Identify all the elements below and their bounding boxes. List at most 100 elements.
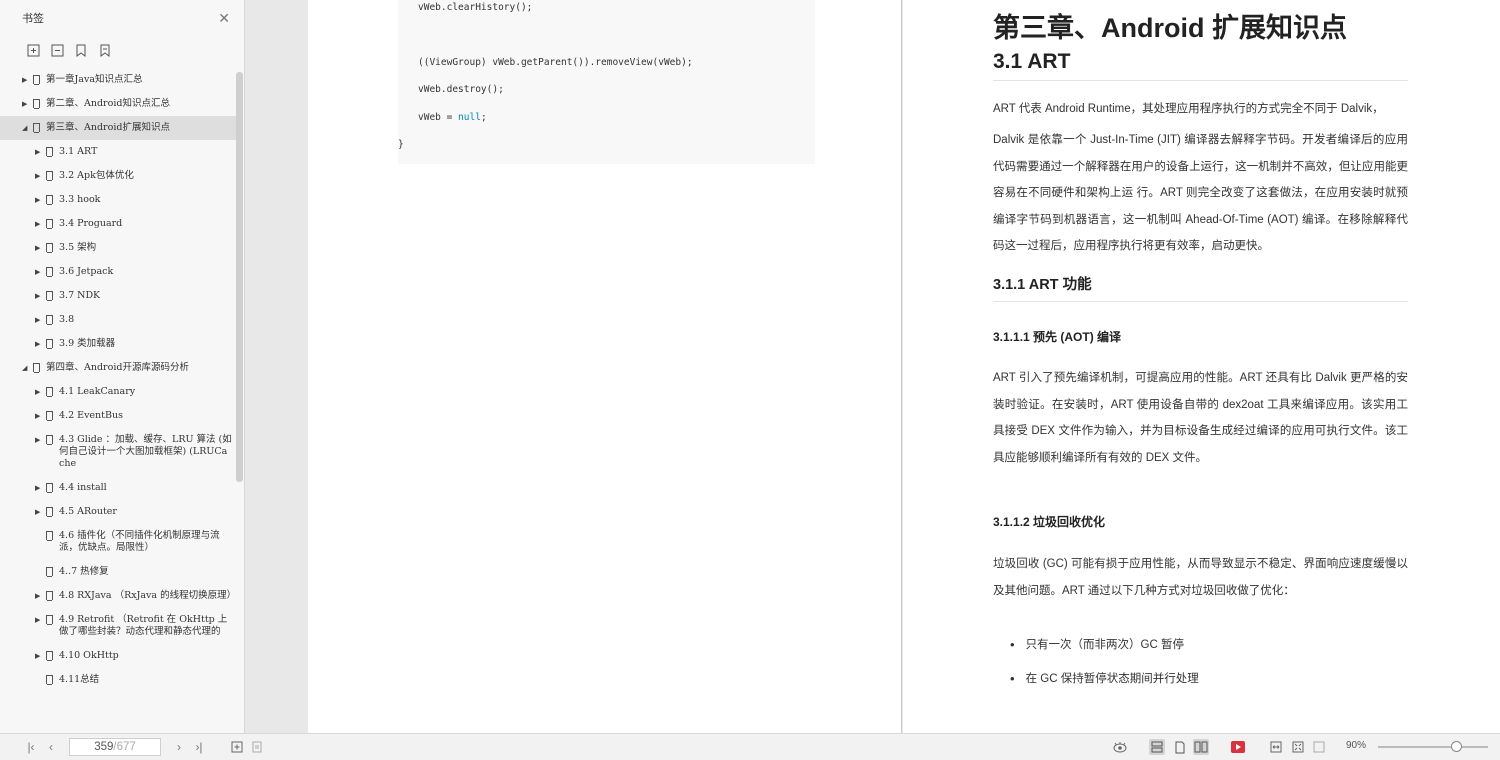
fit-page-icon[interactable]	[1290, 739, 1306, 755]
bookmark-item[interactable]: ▶ 3.9 类加载器	[0, 332, 236, 356]
collapse-all-icon[interactable]	[50, 43, 64, 57]
collapse-arrow-icon[interactable]: ◢	[22, 122, 31, 134]
paragraph: ART 引入了预先编译机制，可提高应用的性能。ART 还具有比 Dalvik 更…	[993, 372, 1408, 464]
bookmark-item[interactable]: ▶ 3.8	[0, 308, 236, 332]
bookmark-label: 4.5 ARouter	[59, 506, 117, 517]
zoom-level[interactable]: 90%	[1346, 740, 1366, 751]
bookmark-label: 4.9 Retrofit （Retrofit 在 OkHttp 上做了哪些封装？…	[59, 614, 228, 637]
expand-arrow-icon[interactable]: ▶	[35, 590, 44, 602]
single-page-view-icon[interactable]	[1149, 739, 1165, 755]
bookmark-icon	[46, 147, 53, 157]
bookmark-label: 4.6 插件化（不同插件化机制原理与流派，优缺点。局限性）	[59, 530, 220, 553]
zoom-slider-handle[interactable]	[1451, 741, 1462, 752]
expand-arrow-icon[interactable]: ▶	[35, 410, 44, 422]
bookmark-label: 4.10 OkHttp	[59, 650, 119, 661]
expand-arrow-icon[interactable]: ▶	[35, 218, 44, 230]
bookmark-icon[interactable]	[98, 43, 112, 57]
code-semicolon: ;	[480, 112, 487, 123]
expand-arrow-icon[interactable]: ▶	[35, 650, 44, 662]
previous-page-icon[interactable]: ‹	[44, 739, 58, 755]
bookmark-icon	[46, 651, 53, 661]
first-page-icon[interactable]: |‹	[24, 739, 38, 755]
bookmark-label: 3.4 Proguard	[59, 218, 123, 229]
insert-page-icon[interactable]	[229, 739, 245, 755]
bookmark-label: 第一章Java知识点汇总	[46, 74, 143, 85]
add-bookmark-icon[interactable]	[74, 43, 88, 57]
play-icon[interactable]	[1230, 739, 1246, 755]
code-null-keyword: null	[458, 112, 481, 123]
two-page-view-icon[interactable]	[1193, 739, 1209, 755]
collapse-arrow-icon[interactable]: ◢	[22, 362, 31, 374]
expand-arrow-icon[interactable]: ▶	[35, 314, 44, 326]
bookmark-label: 3.1 ART	[59, 146, 98, 157]
bookmark-item[interactable]: ▶ 4.5 ARouter	[0, 500, 236, 524]
bookmark-item[interactable]: ▶ 4.8 RXJava （RxJava 的线程切换原理）	[0, 584, 236, 608]
expand-arrow-icon[interactable]: ▶	[35, 290, 44, 302]
bookmark-label: 4..7 热修复	[59, 566, 109, 577]
bookmark-item[interactable]: ▶ 4.4 install	[0, 476, 236, 500]
bookmark-item[interactable]: 4.6 插件化（不同插件化机制原理与流派，优缺点。局限性）	[0, 524, 236, 560]
expand-arrow-icon[interactable]: ▶	[35, 434, 44, 446]
eye-protection-icon[interactable]	[1112, 739, 1128, 755]
actual-size-icon[interactable]	[1311, 739, 1327, 755]
bookmark-item[interactable]: ▶ 4.1 LeakCanary	[0, 380, 236, 404]
bookmark-label: 4.8 RXJava （RxJava 的线程切换原理）	[59, 590, 236, 601]
bookmark-item[interactable]: ▶ 4.10 OkHttp	[0, 644, 236, 668]
last-page-icon[interactable]: ›|	[192, 739, 206, 755]
bookmark-item[interactable]: ▶ 3.2 Apk包体优化	[0, 164, 236, 188]
bookmark-item[interactable]: ▶ 3.6 Jetpack	[0, 260, 236, 284]
bookmark-label: 第三章、Android扩展知识点	[46, 122, 170, 133]
bookmark-item[interactable]: ◢ 第四章、Android开源库源码分析	[0, 356, 236, 380]
bookmark-item[interactable]: ▶ 3.5 架构	[0, 236, 236, 260]
bookmark-icon	[46, 219, 53, 229]
paragraph: 垃圾回收 (GC) 可能有损于应用性能，从而导致显示不稳定、界面响应速度缓慢以及…	[993, 558, 1408, 597]
subsubsection-heading: 3.1.1.2 垃圾回收优化	[993, 515, 1106, 529]
bookmark-icon	[46, 315, 53, 325]
chapter-heading: 第三章、Android 扩展知识点	[993, 13, 1347, 43]
bookmark-item[interactable]: ▶ 4.3 Glide ：加载、缓存、LRU 算法 (如何自己设计一个大图加载框架…	[0, 428, 236, 476]
code-block: vWeb.clearHistory(); ((ViewGroup) vWeb.g…	[398, 0, 815, 164]
page-view-icon[interactable]	[1172, 739, 1188, 755]
expand-arrow-icon[interactable]: ▶	[22, 74, 31, 86]
code-line: ((ViewGroup) vWeb.getParent()).removeVie…	[418, 57, 693, 68]
bookmark-item[interactable]: ▶ 4.9 Retrofit （Retrofit 在 OkHttp 上做了哪些封装…	[0, 608, 236, 644]
bookmark-label: 4.3 Glide ：加载、缓存、LRU 算法 (如何自己设计一个大图加载框架)…	[59, 434, 232, 469]
expand-arrow-icon[interactable]: ▶	[35, 194, 44, 206]
page-icon[interactable]	[249, 739, 265, 755]
bookmark-item[interactable]: 4..7 热修复	[0, 560, 236, 584]
bookmark-item[interactable]: ▶ 3.4 Proguard	[0, 212, 236, 236]
status-bar: |‹ ‹ 359/677 › ›| 90%	[0, 733, 1500, 760]
expand-arrow-icon[interactable]: ▶	[35, 146, 44, 158]
code-line: vWeb.destroy();	[418, 84, 504, 95]
expand-arrow-icon[interactable]: ▶	[35, 482, 44, 494]
expand-arrow-icon[interactable]: ▶	[35, 506, 44, 518]
bookmark-item[interactable]: ▶ 第二章、Android知识点汇总	[0, 92, 236, 116]
expand-arrow-icon[interactable]: ▶	[35, 170, 44, 182]
expand-arrow-icon[interactable]: ▶	[35, 266, 44, 278]
bookmark-item[interactable]: ◢ 第三章、Android扩展知识点	[0, 116, 236, 140]
zoom-slider[interactable]	[1378, 746, 1488, 748]
expand-arrow-icon[interactable]: ▶	[35, 386, 44, 398]
bookmark-item[interactable]: ▶ 4.2 EventBus	[0, 404, 236, 428]
expand-arrow-icon[interactable]: ▶	[22, 98, 31, 110]
section-heading: 3.1 ART	[993, 50, 1071, 73]
bookmark-icon	[33, 363, 40, 373]
close-icon[interactable]: ✕	[218, 10, 230, 27]
fit-width-icon[interactable]	[1268, 739, 1284, 755]
bookmark-label: 第二章、Android知识点汇总	[46, 98, 170, 109]
bookmark-item[interactable]: ▶ 3.3 hook	[0, 188, 236, 212]
bookmark-item[interactable]: ▶ 3.7 NDK	[0, 284, 236, 308]
heading-divider	[993, 80, 1408, 81]
expand-all-icon[interactable]	[26, 43, 40, 57]
page-number-input[interactable]: 359/677	[69, 738, 161, 756]
expand-arrow-icon[interactable]: ▶	[35, 338, 44, 350]
bookmark-item[interactable]: ▶ 3.1 ART	[0, 140, 236, 164]
expand-arrow-icon[interactable]: ▶	[35, 614, 44, 626]
bookmark-item[interactable]: ▶ 第一章Java知识点汇总	[0, 68, 236, 92]
expand-arrow-icon[interactable]: ▶	[35, 242, 44, 254]
bookmark-item[interactable]: 4.11总结	[0, 668, 236, 692]
bookmarks-toolbar	[0, 36, 244, 64]
bookmark-icon	[46, 291, 53, 301]
next-page-icon[interactable]: ›	[172, 739, 186, 755]
sidebar-scrollbar[interactable]	[236, 72, 243, 482]
